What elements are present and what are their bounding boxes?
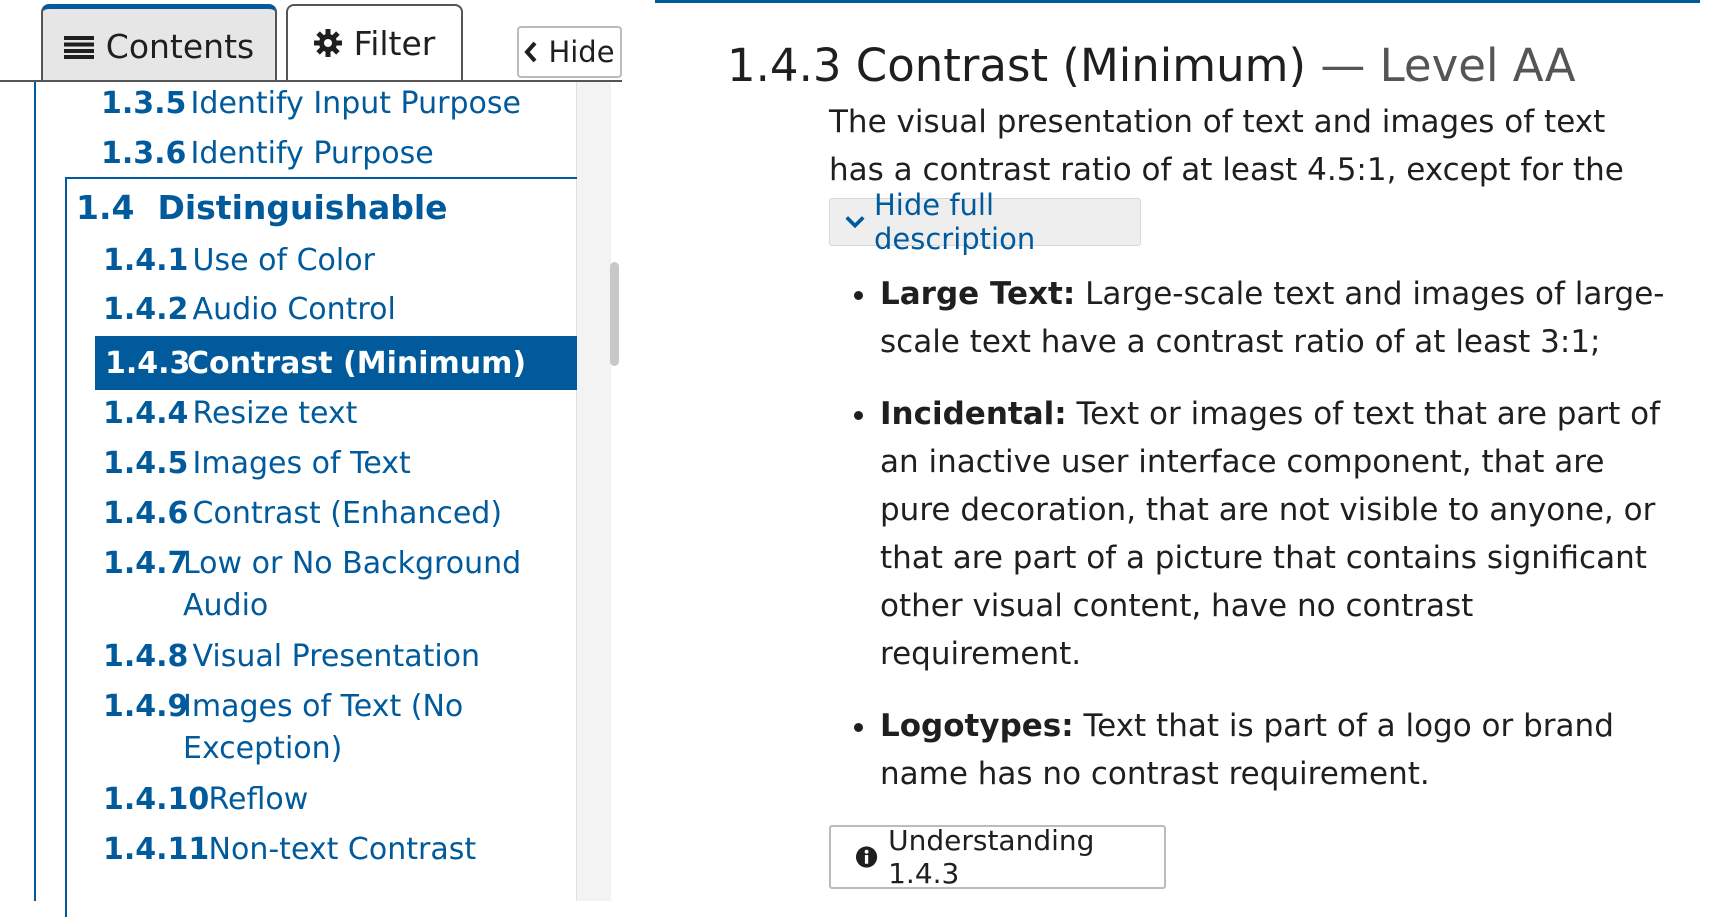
sidebar: Contents Filter Hide 1.3.5 Identify Inpu… (0, 0, 622, 917)
hide-sidebar-button[interactable]: Hide (517, 26, 622, 78)
toc-item-1-4-3-active[interactable]: 1.4.3 Contrast (Minimum) (95, 336, 577, 390)
exception-list: Large Text: Large-scale text and images … (854, 270, 1680, 822)
gear-icon (313, 29, 342, 57)
exception-text: Text or images of text that are part of … (880, 396, 1661, 672)
toc-item-number: 1.4.6 (103, 496, 189, 531)
title-separator: — (1306, 39, 1380, 92)
toc-item-1-4-1[interactable]: 1.4.1 Use of Color (103, 240, 375, 282)
toc-item-label: Visual Presentation (192, 639, 481, 674)
bullet-icon (854, 291, 863, 300)
content-top-rule (655, 0, 1700, 3)
success-criterion-title: 1.4.3 Contrast (Minimum) — Level AA (727, 36, 1576, 96)
toc-item-label: Contrast (Enhanced) (192, 496, 503, 531)
toc-item-number: 1.4.5 (103, 446, 189, 481)
toc-group-number: 1.4 (76, 188, 135, 227)
toc-item-label: Images of Text (No (183, 689, 464, 724)
hide-full-description-button[interactable]: Hide full description (829, 188, 1141, 256)
list-item: Incidental: Text or images of text that … (854, 390, 1680, 678)
toc-item-number: 1.4.4 (103, 396, 189, 431)
tab-contents-label: Contents (105, 27, 255, 66)
hide-label: Hide (548, 35, 615, 69)
toc-item-label: Identify Purpose (190, 136, 434, 171)
toc-item-number: 1.4.1 (103, 243, 189, 278)
toc-item-number: 1.4.2 (103, 292, 189, 327)
exception-term: Large Text: (880, 276, 1076, 312)
toc-item-1-3-6[interactable]: 1.3.6 Identify Purpose (101, 133, 434, 175)
toc-item-label: Reflow (208, 782, 309, 817)
exception-term: Incidental: (880, 396, 1067, 432)
toc-item-label-continued: Audio (183, 588, 269, 623)
scrollbar-track[interactable] (576, 82, 611, 901)
exception-term: Logotypes: (880, 708, 1074, 744)
toc-item-label: Audio Control (192, 292, 396, 327)
list-icon (63, 35, 94, 59)
criterion-name: 1.4.3 Contrast (Minimum) (727, 39, 1307, 92)
list-item: Logotypes: Text that is part of a logo o… (854, 702, 1680, 798)
understanding-link-button[interactable]: Understanding 1.4.3 (829, 824, 1166, 890)
chevron-down-icon (845, 216, 865, 229)
toc-item-1-4-9[interactable]: 1.4.9 Images of Text (No Exception) (103, 686, 463, 770)
toc-item-number: 1.3.6 (101, 136, 187, 171)
understanding-label: Understanding 1.4.3 (888, 824, 1095, 890)
toc-item-1-4-6[interactable]: 1.4.6 Contrast (Enhanced) (103, 493, 502, 535)
toc-item-label-continued: Exception) (183, 731, 343, 766)
toc-item-1-4-7[interactable]: 1.4.7 Low or No Background Audio (103, 543, 521, 627)
toggle-label: Hide full description (873, 188, 1036, 256)
toc-item-label: Resize text (192, 396, 358, 431)
toc-item-label: Non-text Contrast (208, 832, 477, 867)
tab-filter-label: Filter (353, 23, 436, 63)
chevron-left-icon (524, 41, 537, 63)
toc-item-1-4-2[interactable]: 1.4.2 Audio Control (103, 289, 396, 331)
bullet-icon (854, 723, 863, 732)
toc-item-1-3-5[interactable]: 1.3.5 Identify Input Purpose (101, 83, 521, 125)
toc-item-label: Images of Text (192, 446, 411, 481)
toc-item-label: Identify Input Purpose (190, 86, 521, 121)
toc-item-1-4-8[interactable]: 1.4.8 Visual Presentation (103, 636, 480, 678)
scrollbar-thumb[interactable] (610, 262, 619, 366)
toc-item-number: 1.4.3 (105, 345, 191, 381)
tab-filter[interactable]: Filter (286, 4, 463, 80)
conformance-level: Level AA (1379, 39, 1576, 92)
toc-item-label: Contrast (Minimum) (187, 345, 527, 381)
toc-item-number: 1.4.8 (103, 639, 189, 674)
toc-item-number: 1.4.10 (103, 782, 210, 817)
toc-group-label: Distinguishable (157, 188, 448, 227)
bullet-icon (854, 411, 863, 420)
info-icon (855, 846, 878, 868)
toc-item-number: 1.4.11 (103, 832, 210, 867)
toc-group-distinguishable[interactable]: 1.4 Distinguishable (76, 186, 448, 230)
toc-item-number: 1.4.7 (103, 546, 189, 581)
toc-item-1-4-10[interactable]: 1.4.10 Reflow (103, 779, 308, 821)
toc-item-number: 1.3.5 (101, 86, 187, 121)
toc-item-label: Low or No Background (183, 546, 522, 581)
toc-item-1-4-4[interactable]: 1.4.4 Resize text (103, 393, 357, 435)
toc-item-number: 1.4.9 (103, 689, 189, 724)
toc-item-label: Use of Color (192, 243, 375, 278)
tab-contents[interactable]: Contents (41, 4, 277, 84)
toc-item-1-4-11[interactable]: 1.4.11 Non-text Contrast (103, 829, 476, 871)
toc-item-1-4-5[interactable]: 1.4.5 Images of Text (103, 443, 411, 485)
list-item: Large Text: Large-scale text and images … (854, 270, 1680, 366)
